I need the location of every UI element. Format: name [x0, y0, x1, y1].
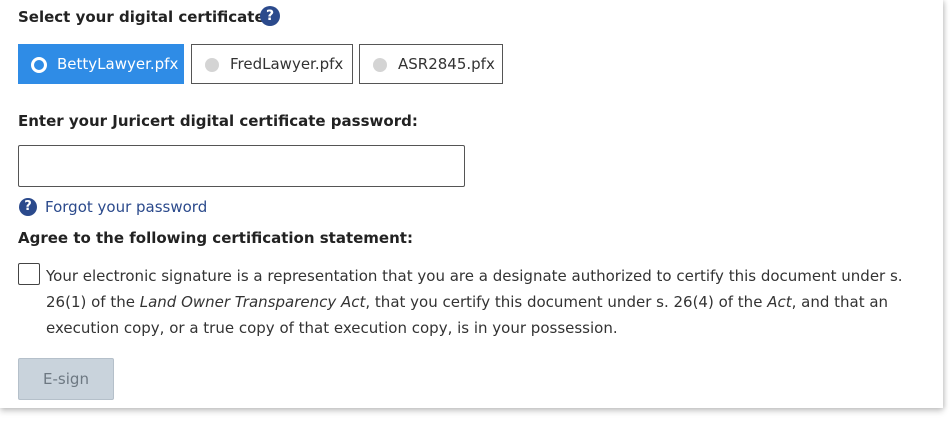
certificate-option-label: ASR2845.pfx: [398, 55, 495, 73]
act-name: Land Owner Transparency Act: [139, 293, 366, 311]
certificate-option-label: BettyLawyer.pfx: [57, 55, 179, 73]
question-circle-icon: ?: [19, 198, 37, 216]
act-short-name: Act: [767, 293, 792, 311]
password-heading: Enter your Juricert digital certificate …: [18, 112, 418, 130]
statement-text: , that you certify this document under s…: [365, 293, 768, 311]
e-sign-panel: Select your digital certificate: ? Betty…: [0, 0, 943, 408]
certificate-password-input[interactable]: [18, 145, 465, 187]
radio-unselected-icon: [373, 58, 387, 72]
question-circle-icon[interactable]: ?: [260, 6, 280, 26]
certification-statement: Your electronic signature is a represent…: [46, 263, 936, 341]
agree-checkbox[interactable]: [18, 263, 40, 285]
certificate-option-asr2845[interactable]: ASR2845.pfx: [359, 44, 503, 84]
certificate-option-label: FredLawyer.pfx: [230, 55, 344, 73]
radio-unselected-icon: [205, 58, 219, 72]
radio-selected-icon: [31, 57, 47, 73]
e-sign-button[interactable]: E-sign: [18, 358, 114, 400]
certificate-option-bettylawyer[interactable]: BettyLawyer.pfx: [18, 44, 184, 84]
certificate-option-fredlawyer[interactable]: FredLawyer.pfx: [191, 44, 353, 84]
certificate-heading: Select your digital certificate:: [18, 8, 271, 26]
forgot-password-link[interactable]: Forgot your password: [45, 198, 207, 216]
agreement-heading: Agree to the following certification sta…: [18, 229, 413, 247]
